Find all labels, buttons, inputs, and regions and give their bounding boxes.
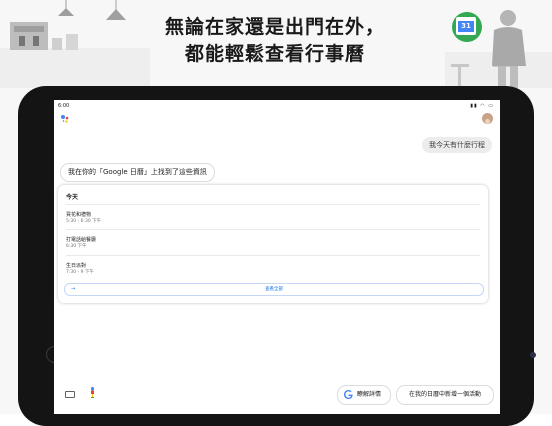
divider — [66, 255, 480, 256]
google-assistant-icon — [61, 115, 69, 123]
kitchen-counter — [0, 48, 150, 88]
event-title[interactable]: 買花和禮物 — [66, 211, 91, 218]
event-time: 5:30 - 6:30 下午 — [66, 219, 102, 224]
front-camera — [530, 352, 536, 358]
calendar-icon: 31 — [456, 17, 476, 35]
pendant-lamp-illustration — [106, 0, 126, 20]
calendar-day-number: 31 — [458, 21, 474, 32]
event-time: 7:30 - 9 下午 — [66, 270, 94, 275]
status-bar: 6:00 ▮▮ ◠ ▭ — [54, 100, 500, 112]
tablet-screen: 6:00 ▮▮ ◠ ▭ 我今天有什麼行程 我在你的「Google 日曆」上找到了… — [54, 100, 500, 414]
divider — [66, 229, 480, 230]
calendar-card: 今天 買花和禮物 5:30 - 6:30 下午 打電話給餐廳 6:30 下午 生… — [58, 185, 488, 303]
divider — [66, 204, 480, 205]
event-title[interactable]: 生日派對 — [66, 262, 86, 269]
coffee-machine-illustration — [10, 0, 78, 50]
show-all-label: 查看全部 — [265, 287, 283, 292]
google-g-icon — [344, 390, 353, 399]
user-query-bubble: 我今天有什麼行程 — [422, 137, 492, 153]
avatar-face-icon — [485, 119, 490, 124]
event-time: 6:30 下午 — [66, 244, 87, 249]
card-heading: 今天 — [66, 194, 79, 201]
assistant-reply-bubble: 我在你的「Google 日曆」上找到了這些資訊 — [60, 163, 215, 182]
user-avatar[interactable] — [482, 113, 493, 124]
status-time: 6:00 — [58, 103, 70, 109]
learn-more-chip[interactable]: 瞭解詳情 — [337, 385, 391, 405]
learn-more-label: 瞭解詳情 — [357, 391, 382, 398]
microphone-icon[interactable] — [90, 387, 95, 399]
status-icons: ▮▮ ◠ ▭ — [470, 103, 494, 109]
promo-headline: 無論在家還是出門在外， 都能輕鬆查看行事曆 — [150, 14, 400, 68]
headline-line-1: 無論在家還是出門在外， — [164, 16, 385, 38]
headline-line-2: 都能輕鬆查看行事曆 — [184, 43, 365, 65]
keyboard-icon[interactable] — [65, 391, 75, 398]
calendar-badge: 31 — [452, 12, 482, 42]
event-title[interactable]: 打電話給餐廳 — [66, 236, 96, 243]
show-all-button[interactable]: → 查看全部 — [64, 283, 484, 296]
add-event-chip[interactable]: 在我的日曆中新增一個活動 — [396, 385, 494, 405]
